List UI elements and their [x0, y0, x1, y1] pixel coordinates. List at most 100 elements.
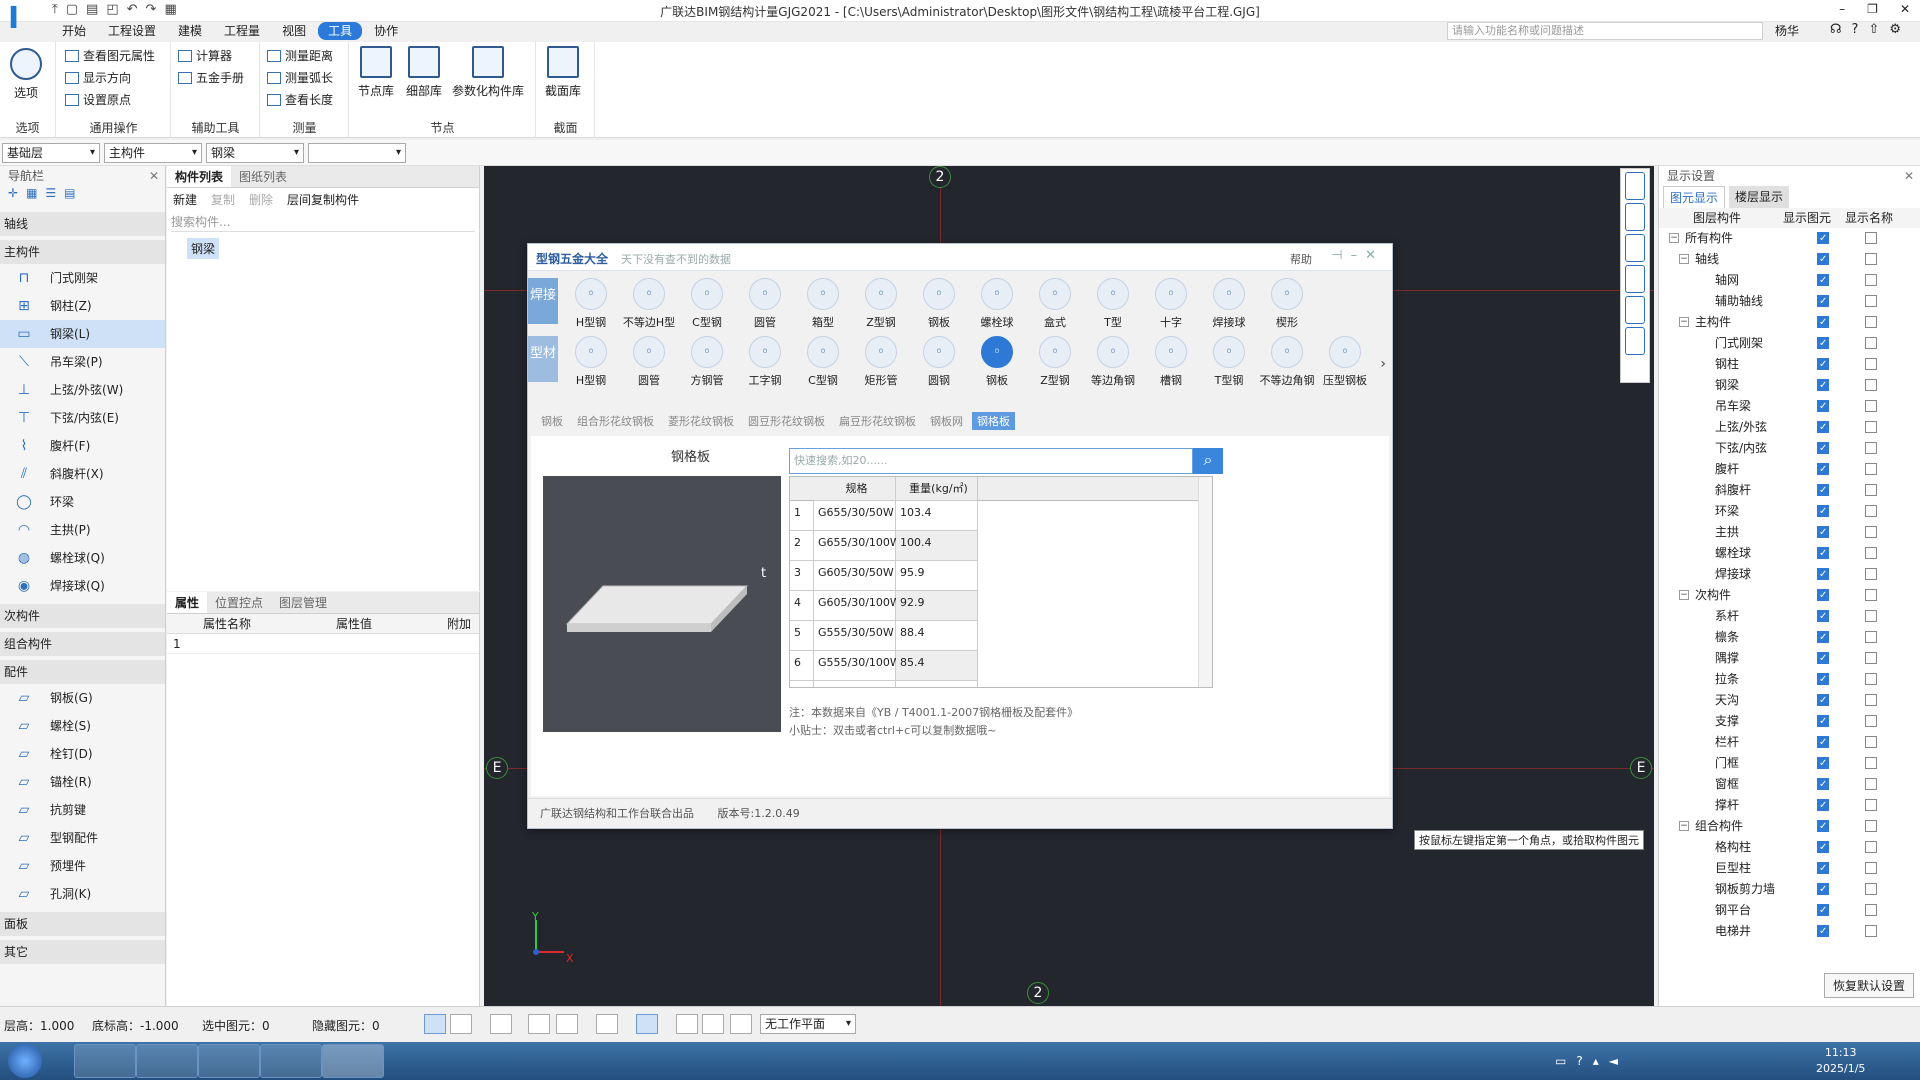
save-disk-icon[interactable]: ◰ [106, 2, 118, 17]
nav-item[interactable]: ⊤ 下弦/内弦(E) [0, 404, 165, 432]
show-element-checkbox[interactable] [1817, 711, 1829, 732]
start-button-icon[interactable] [8, 1044, 42, 1078]
restore-default-button[interactable]: 恢复默认设置 [1823, 973, 1914, 998]
nav-item[interactable]: ◍ 螺栓球(Q) [0, 544, 165, 572]
weight-cell[interactable]: 92.9 [896, 591, 978, 621]
show-element-checkbox[interactable] [1817, 606, 1829, 627]
orbit-icon[interactable] [1625, 172, 1645, 200]
set-origin-button[interactable]: 设置原点 [65, 90, 131, 110]
nav-item[interactable]: ⌇ 腹杆(F) [0, 432, 165, 460]
layer-row[interactable]: 焊接球 [1659, 564, 1920, 585]
show-element-checkbox[interactable] [1817, 396, 1829, 417]
nav-cat-combo[interactable]: 组合构件 [0, 632, 165, 656]
spec-cell[interactable]: G605/30/100W [814, 591, 901, 621]
copy-button[interactable]: 复制 [211, 188, 235, 212]
nav-cat-other[interactable]: 其它 [0, 940, 165, 964]
weight-cell[interactable]: 95.9 [896, 561, 978, 591]
menu-quantity[interactable]: 工程量 [214, 22, 270, 40]
show-element-checkbox[interactable] [1817, 816, 1829, 837]
spec-cell[interactable]: G555/30/50W [814, 621, 896, 651]
layer-row[interactable]: 支撑 [1659, 711, 1920, 732]
show-element-checkbox[interactable] [1817, 312, 1829, 333]
show-name-checkbox[interactable] [1865, 862, 1877, 874]
show-element-checkbox[interactable] [1817, 522, 1829, 543]
nav-item[interactable]: ▱ 钢板(G) [0, 684, 165, 712]
weight-cell[interactable]: 85.4 [896, 651, 978, 681]
nav-cat-parts[interactable]: 配件 [0, 660, 165, 684]
show-element-checkbox[interactable] [1817, 795, 1829, 816]
menu-collab[interactable]: 协作 [364, 22, 408, 40]
region-icon[interactable] [676, 1014, 698, 1034]
show-name-checkbox[interactable] [1865, 820, 1877, 832]
close-icon[interactable]: ✕ [149, 166, 159, 186]
view-cube-icon[interactable] [1625, 265, 1645, 293]
minimize-icon[interactable]: – [1839, 2, 1845, 16]
param-library-button[interactable]: 参数化构件库 [452, 46, 524, 99]
show-element-checkbox[interactable] [1817, 480, 1829, 501]
show-element-checkbox[interactable] [1817, 879, 1829, 900]
align-icon[interactable] [702, 1014, 724, 1034]
shape-button[interactable]: ◦ 钢板 [910, 278, 968, 330]
tray-network-icon[interactable]: ▴ [1593, 1054, 1599, 1068]
shape-button[interactable]: ◦ 盒式 [1026, 278, 1084, 330]
list-item[interactable]: 钢梁 [187, 238, 220, 259]
layer-row[interactable]: 钢梁 [1659, 375, 1920, 396]
3d-box-icon[interactable] [1625, 234, 1645, 262]
nav-cat-main[interactable]: 主构件 [0, 240, 165, 264]
view-properties-button[interactable]: 查看图元属性 [65, 46, 155, 66]
show-name-checkbox[interactable] [1865, 799, 1877, 811]
expand-toggle-icon[interactable]: − [1679, 590, 1689, 600]
show-name-checkbox[interactable] [1865, 736, 1877, 748]
expand-toggle-icon[interactable]: − [1669, 233, 1679, 243]
shape-button[interactable]: ◦ 螺栓球 [968, 278, 1026, 330]
tab-drawing-list[interactable]: 图纸列表 [231, 166, 295, 187]
show-name-checkbox[interactable] [1865, 526, 1877, 538]
shape-button[interactable]: ◦ Z型钢 [852, 278, 910, 330]
show-element-checkbox[interactable] [1817, 858, 1829, 879]
chevron-right-icon[interactable]: › [1380, 356, 1386, 372]
layer-row[interactable]: 螺栓球 [1659, 543, 1920, 564]
redo-icon[interactable]: ↷ [146, 2, 157, 17]
restore-icon[interactable]: ❐ [1867, 2, 1878, 16]
shape-button[interactable]: ◦ 钢板 [968, 336, 1026, 388]
shape-button[interactable]: ◦ 矩形管 [852, 336, 910, 388]
show-name-checkbox[interactable] [1865, 379, 1877, 391]
delete-button[interactable]: 删除 [249, 188, 273, 212]
subtype-tab[interactable]: 扁豆形花纹钢板 [834, 412, 921, 430]
gjg-window-icon[interactable] [322, 1044, 384, 1078]
nav-item[interactable]: ⟍ 吊车梁(P) [0, 348, 165, 376]
options-button[interactable]: 选项 [10, 48, 42, 101]
show-name-checkbox[interactable] [1865, 904, 1877, 916]
tab-element-display[interactable]: 图元显示 [1663, 186, 1726, 208]
nav-cat-panel[interactable]: 面板 [0, 912, 165, 936]
layer-row[interactable]: 腹杆 [1659, 459, 1920, 480]
nav-item[interactable]: ▱ 栓钉(D) [0, 740, 165, 768]
nav-cat-sub[interactable]: 次构件 [0, 604, 165, 628]
component-select[interactable] [308, 143, 406, 163]
show-element-checkbox[interactable] [1817, 900, 1829, 921]
layer-row[interactable]: − 次构件 [1659, 585, 1920, 606]
tile-view-icon[interactable]: ▦ [26, 186, 45, 200]
weight-cell[interactable]: 88.4 [896, 621, 978, 651]
measure-distance-button[interactable]: 测量距离 [267, 46, 333, 66]
shape-button[interactable]: ◦ 槽钢 [1142, 336, 1200, 388]
browser-icon[interactable] [260, 1044, 322, 1078]
show-element-checkbox[interactable] [1817, 648, 1829, 669]
show-name-checkbox[interactable] [1865, 505, 1877, 517]
show-element-checkbox[interactable] [1817, 564, 1829, 585]
nav-item[interactable]: ▱ 孔洞(K) [0, 880, 165, 908]
node-library-button[interactable]: 节点库 [358, 46, 394, 99]
help-dropdown[interactable]: 帮助 [1290, 251, 1312, 267]
show-name-checkbox[interactable] [1865, 274, 1877, 286]
headset-icon[interactable]: ☊ [1830, 22, 1842, 37]
nav-item[interactable]: ⊥ 上弦/外弦(W) [0, 376, 165, 404]
show-element-checkbox[interactable] [1817, 291, 1829, 312]
gjg-app-icon[interactable] [136, 1044, 198, 1078]
show-name-checkbox[interactable] [1865, 589, 1877, 601]
show-name-checkbox[interactable] [1865, 358, 1877, 370]
show-name-checkbox[interactable] [1865, 463, 1877, 475]
weight-cell[interactable]: 100.4 [896, 531, 978, 561]
category-profile[interactable]: 型材 [528, 336, 558, 382]
layer-row[interactable]: 门框 [1659, 753, 1920, 774]
dimension-icon[interactable] [636, 1014, 658, 1034]
